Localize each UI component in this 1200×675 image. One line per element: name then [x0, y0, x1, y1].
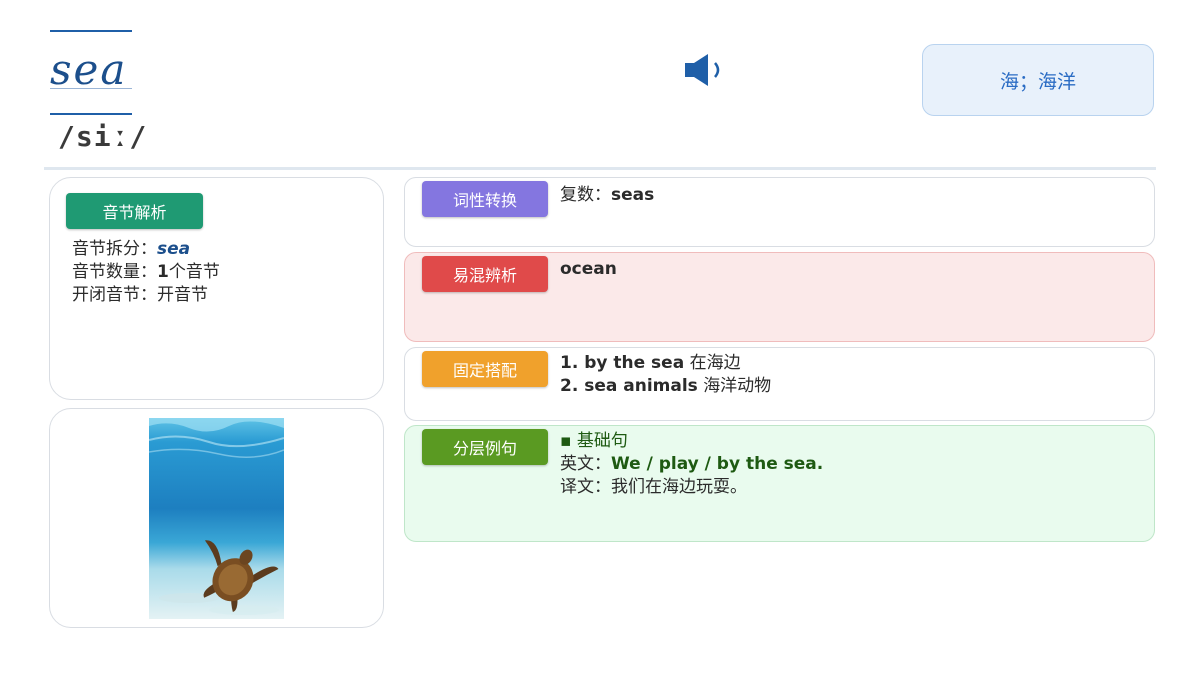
- syllable-count-label: 音节数量：: [72, 262, 157, 282]
- pos-content: 复数：seas: [560, 184, 654, 207]
- example-english-line: 英文：We / play / by the sea.: [560, 453, 823, 476]
- example-english-value: We / play / by the sea.: [611, 454, 824, 474]
- collocation-cn: 在海边: [689, 353, 741, 373]
- speaker-icon[interactable]: [684, 52, 728, 88]
- collocation-list: 1. by the sea 在海边 2. sea animals 海洋动物: [560, 352, 771, 398]
- pos-tag: 词性转换: [422, 181, 548, 217]
- collocation-en: 2. sea animals: [560, 376, 698, 396]
- example-chinese-value: 我们在海边玩耍。: [611, 477, 747, 497]
- phonetic: /siː/: [58, 120, 148, 153]
- collocation-item: 1. by the sea 在海边: [560, 352, 771, 375]
- example-chinese-label: 译文：: [560, 477, 611, 497]
- syllable-count-line: 音节数量：1个音节: [72, 261, 220, 284]
- syllable-open-line: 开闭音节：开音节: [72, 284, 220, 307]
- example-english-label: 英文：: [560, 454, 611, 474]
- examples-content: ▪ 基础句 英文：We / play / by the sea. 译文：我们在海…: [560, 430, 823, 499]
- syllable-split-line: 音节拆分：sea: [72, 238, 220, 261]
- syllable-info: 音节拆分：sea 音节数量：1个音节 开闭音节：开音节: [72, 238, 220, 307]
- word-title: sea: [50, 45, 128, 94]
- header-divider: [44, 167, 1156, 170]
- syllable-split-label: 音节拆分：: [72, 239, 157, 259]
- pos-label: 复数：: [560, 185, 611, 205]
- syllable-split-value: sea: [157, 239, 191, 259]
- collocation-item: 2. sea animals 海洋动物: [560, 375, 771, 398]
- pos-value: seas: [611, 185, 655, 205]
- syllable-tag: 音节解析: [66, 193, 203, 229]
- collocation-tag: 固定搭配: [422, 351, 548, 387]
- meaning-box: 海；海洋: [922, 44, 1154, 116]
- syllable-count-unit: 个音节: [168, 262, 220, 282]
- syllable-open-label: 开闭音节：: [72, 285, 157, 305]
- confusable-value: ocean: [560, 259, 617, 279]
- confusable-tag: 易混辨析: [422, 256, 548, 292]
- collocation-en: 1. by the sea: [560, 353, 685, 373]
- word-bottom-line: [50, 113, 132, 115]
- example-level: ▪ 基础句: [560, 431, 628, 451]
- collocation-cn: 海洋动物: [703, 376, 772, 396]
- sea-turtle-photo: [149, 418, 284, 619]
- example-chinese-line: 译文：我们在海边玩耍。: [560, 476, 823, 499]
- word-top-line: [50, 30, 132, 32]
- meaning-text: 海；海洋: [999, 70, 1076, 93]
- examples-tag: 分层例句: [422, 429, 548, 465]
- syllable-open-value: 开音节: [157, 285, 208, 305]
- syllable-count-number: 1: [157, 262, 169, 282]
